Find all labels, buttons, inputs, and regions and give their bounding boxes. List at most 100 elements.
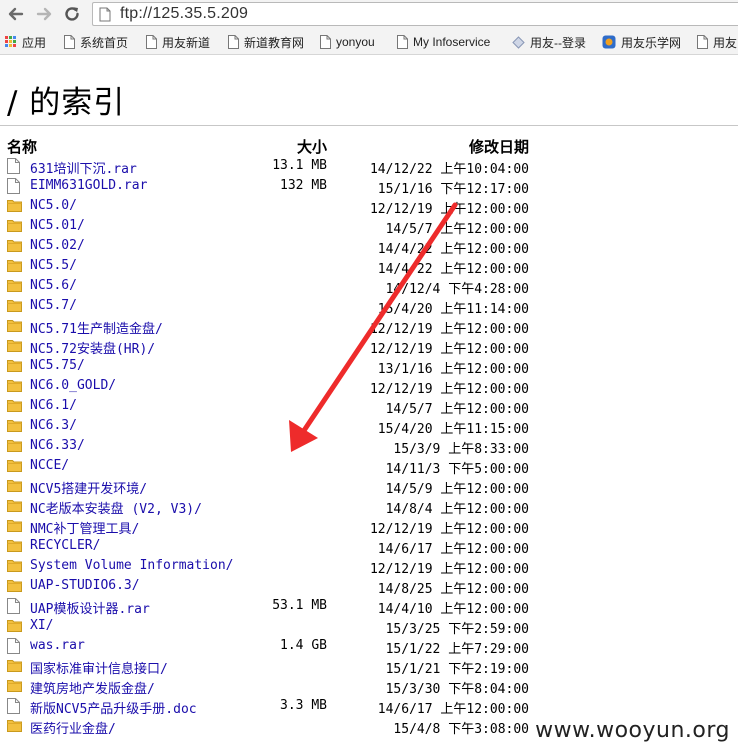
folder-icon <box>7 560 22 572</box>
address-url[interactable]: ftp://125.35.5.209 <box>120 5 248 23</box>
file-row: XI/15/3/25 下午2:59:00 <box>0 616 738 637</box>
file-modified-date: 12/12/19 上午12:00:00 <box>369 562 529 577</box>
folder-icon <box>7 280 22 292</box>
file-link[interactable]: 建筑房地产发版金盘/ <box>30 678 155 697</box>
file-row: was.rar 1.4 GB 15/1/22 上午7:29:00 <box>0 636 738 657</box>
file-link[interactable]: UAP模板设计器.rar <box>30 598 150 617</box>
folder-icon-wrap <box>7 218 22 236</box>
file-link[interactable]: NC6.3/ <box>30 418 77 433</box>
folder-icon <box>7 360 22 372</box>
file-link[interactable]: NC5.6/ <box>30 278 77 293</box>
file-row: NC5.02/14/4/22 上午12:00:00 <box>0 236 738 257</box>
folder-icon <box>7 320 22 332</box>
bookmark-item[interactable]: 用友 <box>697 33 737 51</box>
bookmark-item[interactable]: 新道教育网 <box>228 33 304 51</box>
file-modified-date: 14/5/9 上午12:00:00 <box>385 482 529 497</box>
file-link[interactable]: NC5.5/ <box>30 258 77 273</box>
bookmark-label: My Infoservice <box>413 35 491 49</box>
file-size: 13.1 MB <box>272 158 327 173</box>
file-size: 1.4 GB <box>280 638 327 653</box>
puzzle-icon <box>512 35 525 49</box>
folder-icon <box>7 720 22 732</box>
file-row: NC5.72安装盘(HR)/ 12/12/19 上午12:00:00 <box>0 336 738 357</box>
file-link[interactable]: NC5.01/ <box>30 218 85 233</box>
folder-icon <box>7 300 22 312</box>
file-link[interactable]: 国家标准审计信息接口/ <box>30 658 168 677</box>
folder-icon <box>7 520 22 532</box>
file-row: EIMM631GOLD.rar 132 MB 15/1/16 下午12:17:00 <box>0 176 738 197</box>
file-link[interactable]: NC6.0_GOLD/ <box>30 378 116 393</box>
file-modified-date: 12/12/19 上午12:00:00 <box>369 342 529 357</box>
address-bar[interactable]: ftp://125.35.5.209 <box>92 2 738 26</box>
file-icon <box>7 698 20 714</box>
file-modified-date: 14/5/7 上午12:00:00 <box>385 222 529 237</box>
file-row: NC5.75/13/1/16 上午12:00:00 <box>0 356 738 377</box>
page-icon <box>146 35 157 49</box>
file-link[interactable]: 医药行业金盘/ <box>30 718 116 737</box>
file-link[interactable]: RECYCLER/ <box>30 538 100 553</box>
file-link[interactable]: XI/ <box>30 618 53 633</box>
file-row: NC6.0_GOLD/12/12/19 上午12:00:00 <box>0 376 738 397</box>
column-header-size[interactable]: 大小 <box>297 136 327 157</box>
file-link[interactable]: NC6.33/ <box>30 438 85 453</box>
file-link[interactable]: System Volume Information/ <box>30 558 234 573</box>
column-header-modified[interactable]: 修改日期 <box>469 136 529 157</box>
bookmark-item[interactable]: My Infoservice <box>397 33 490 51</box>
folder-icon <box>7 240 22 252</box>
folder-icon-wrap <box>7 498 22 516</box>
file-modified-date: 15/1/22 上午7:29:00 <box>385 642 529 657</box>
file-link[interactable]: NC5.0/ <box>30 198 77 213</box>
file-row: NC5.01/14/5/7 上午12:00:00 <box>0 216 738 237</box>
bookmark-item[interactable]: 用友新道 <box>146 33 210 51</box>
bookmark-label: 应用 <box>22 35 47 50</box>
file-link[interactable]: NC5.75/ <box>30 358 85 373</box>
folder-icon <box>7 460 22 472</box>
file-link[interactable]: NC6.1/ <box>30 398 77 413</box>
folder-icon-wrap <box>7 578 22 596</box>
file-link[interactable]: was.rar <box>30 638 85 653</box>
file-modified-date: 14/6/17 上午12:00:00 <box>377 702 529 717</box>
file-link[interactable]: NCV5搭建开发环境/ <box>30 478 147 497</box>
bookmark-label: 用友新道 <box>162 35 211 50</box>
page-icon <box>228 35 239 49</box>
column-header-name[interactable]: 名称 <box>7 136 37 157</box>
folder-icon-wrap <box>7 538 22 556</box>
file-link[interactable]: NC5.02/ <box>30 238 85 253</box>
file-link[interactable]: UAP-STUDIO6.3/ <box>30 578 140 593</box>
file-row: 国家标准审计信息接口/15/1/21 下午2:19:00 <box>0 656 738 677</box>
folder-icon-wrap <box>7 418 22 436</box>
folder-icon-wrap <box>7 338 22 356</box>
bookmark-item[interactable]: 应用 <box>5 33 46 51</box>
file-modified-date: 15/4/8 下午3:08:00 <box>393 722 529 737</box>
folder-icon <box>7 260 22 272</box>
file-link[interactable]: 新版NCV5产品升级手册.doc <box>30 698 197 717</box>
bookmark-item[interactable]: yonyou <box>320 33 375 51</box>
watermark: www.wooyun.org <box>535 718 730 743</box>
folder-icon-wrap <box>7 658 22 676</box>
file-modified-date: 14/8/25 上午12:00:00 <box>377 582 529 597</box>
file-modified-date: 15/3/30 下午8:04:00 <box>385 682 529 697</box>
file-link[interactable]: NC5.71生产制造金盘/ <box>30 318 163 337</box>
bookmark-item[interactable]: 系统首页 <box>64 33 128 51</box>
folder-icon-wrap <box>7 358 22 376</box>
file-row: NCV5搭建开发环境/14/5/9 上午12:00:00 <box>0 476 738 497</box>
back-button[interactable] <box>5 3 27 25</box>
reload-button[interactable] <box>61 3 83 25</box>
file-link[interactable]: NC5.72安装盘(HR)/ <box>30 338 155 357</box>
file-size: 53.1 MB <box>272 598 327 613</box>
file-link[interactable]: NMC补丁管理工具/ <box>30 518 139 537</box>
file-link[interactable]: NC老版本安装盘 (V2, V3)/ <box>30 498 202 517</box>
file-link[interactable]: 631培训下沉.rar <box>30 158 137 177</box>
file-row: NC5.71生产制造金盘/12/12/19 上午12:00:00 <box>0 316 738 337</box>
folder-icon-wrap <box>7 478 22 496</box>
forward-button[interactable] <box>33 3 55 25</box>
file-row: System Volume Information/12/12/19 上午12:… <box>0 556 738 577</box>
folder-icon-wrap <box>7 558 22 576</box>
file-row: 建筑房地产发版金盘/15/3/30 下午8:04:00 <box>0 676 738 697</box>
bookmark-item[interactable]: 用友乐学网 <box>602 33 681 51</box>
file-link[interactable]: EIMM631GOLD.rar <box>30 178 147 193</box>
browser-toolbar: ftp://125.35.5.209 <box>0 0 738 30</box>
file-link[interactable]: NCCE/ <box>30 458 69 473</box>
file-link[interactable]: NC5.7/ <box>30 298 77 313</box>
bookmark-item[interactable]: 用友--登录 <box>512 33 586 51</box>
